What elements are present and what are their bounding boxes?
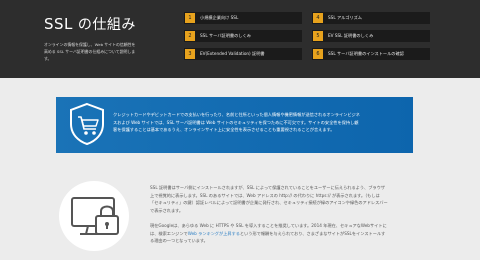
intro-line: スおよび Web サイトでは、SSL サーバ証明書は Web サイトのセキュリテ… — [113, 119, 359, 125]
nav-number-badge: 6 — [313, 49, 323, 59]
nav-item-label: SSL サーバ証明書のインストールの確認 — [328, 51, 404, 56]
intro-line: クレジットカードやデビットカードでの支払いを行ったり、名前と住所といった個人情報… — [113, 112, 360, 117]
paragraph-line: 現在Googleは、あらゆる Web に HTTPS や SSL を導入すること… — [150, 223, 387, 228]
page-title-prefix: SSL — [44, 15, 73, 33]
section-nav-right: 4 SSL アルゴリズム 5 EV SSL 証明書のしくみ 6 SSL サーバ証… — [312, 12, 430, 62]
section-nav-left: 1 小規模企業向け SSL 2 SSL サーバ証明書のしくみ 3 EV(Exte… — [184, 12, 302, 62]
intro-banner: クレジットカードやデビットカードでの支払いを行ったり、名前と住所といった個人情報… — [56, 97, 413, 153]
page-title: SSL の仕組み — [44, 14, 136, 34]
paragraph-line: で表示されます。 — [150, 207, 184, 213]
nav-item-label: SSL アルゴリズム — [328, 15, 362, 20]
nav-item-label: EV SSL 証明書のしくみ — [328, 33, 374, 38]
hero-section: SSL の仕組み オンラインの情報を保護し、Web サイトの信頼性を 高める S… — [0, 0, 480, 78]
paragraph-line: る理由の一つとなっています。 — [150, 238, 208, 243]
paragraph-2: 現在Googleは、あらゆる Web に HTTPS や SSL を導入すること… — [150, 222, 410, 245]
nav-number-badge: 4 — [313, 13, 323, 23]
paragraph-text: は、検索エンジンで — [150, 230, 188, 236]
paragraph-text: という形で報酬を与えられており、さまざまなサイトがSSLをインストールす — [239, 230, 386, 236]
nav-item-label: SSL サーバ証明書のしくみ — [200, 33, 251, 38]
web-ranking-link[interactable]: Web ランキングが上昇する — [188, 231, 240, 236]
nav-item-2[interactable]: 2 SSL サーバ証明書のしくみ — [184, 30, 302, 42]
nav-number-badge: 2 — [185, 31, 195, 41]
page-title-suffix: の仕組み — [77, 17, 136, 33]
nav-item-label: 小規模企業向け SSL — [200, 15, 239, 20]
hero-desc-line: す。 — [44, 56, 52, 61]
paragraph-line: 「セキュリティ」の鍵）認証レベルによって証明書が企業に発行され、セキュリティ接続… — [150, 200, 388, 205]
nav-item-4[interactable]: 4 SSL アルゴリズム — [312, 12, 430, 24]
nav-item-5[interactable]: 5 EV SSL 証明書のしくみ — [312, 30, 430, 42]
nav-number-badge: 1 — [185, 13, 195, 23]
nav-item-3[interactable]: 3 EV(Extended Validation) 証明書 — [184, 48, 302, 60]
paragraph-line: 上で視覚的に表示します。SSL のあるサイトでは、Web アドレスの http:… — [150, 192, 380, 198]
shield-cart-icon — [70, 102, 104, 146]
nav-number-badge: 5 — [313, 31, 323, 41]
nav-item-label: EV(Extended Validation) 証明書 — [200, 51, 265, 56]
intro-text: クレジットカードやデビットカードでの支払いを行ったり、名前と住所といった個人情報… — [113, 111, 405, 134]
computer-lock-icon — [59, 181, 129, 251]
hero-desc-line: 高める SSL サーバ証明書の仕組みについて説明しま — [44, 49, 136, 54]
hero-description: オンラインの情報を保護し、Web サイトの信頼性を 高める SSL サーバ証明書… — [44, 41, 182, 62]
nav-item-6[interactable]: 6 SSL サーバ証明書のインストールの確認 — [312, 48, 430, 60]
paragraph-1: SSL 証明書はサーバ側にインストールされますが、SSL によって保護されている… — [150, 184, 410, 214]
nav-item-1[interactable]: 1 小規模企業向け SSL — [184, 12, 302, 24]
hero-desc-line: オンラインの情報を保護し、Web サイトの信頼性を — [44, 42, 136, 47]
paragraph-line: は、検索エンジンでWeb ランキングが上昇するという形で報酬を与えられており、さ… — [150, 230, 410, 238]
intro-line: 客を保護することは基本であるうえ、オンラインサイト上に安全性を表示させることも重… — [113, 127, 335, 132]
nav-number-badge: 3 — [185, 49, 195, 59]
paragraph-line: SSL 証明書はサーバ側にインストールされますが、SSL によって保護されている… — [150, 185, 385, 190]
content-body: SSL 証明書はサーバ側にインストールされますが、SSL によって保護されている… — [150, 184, 410, 245]
